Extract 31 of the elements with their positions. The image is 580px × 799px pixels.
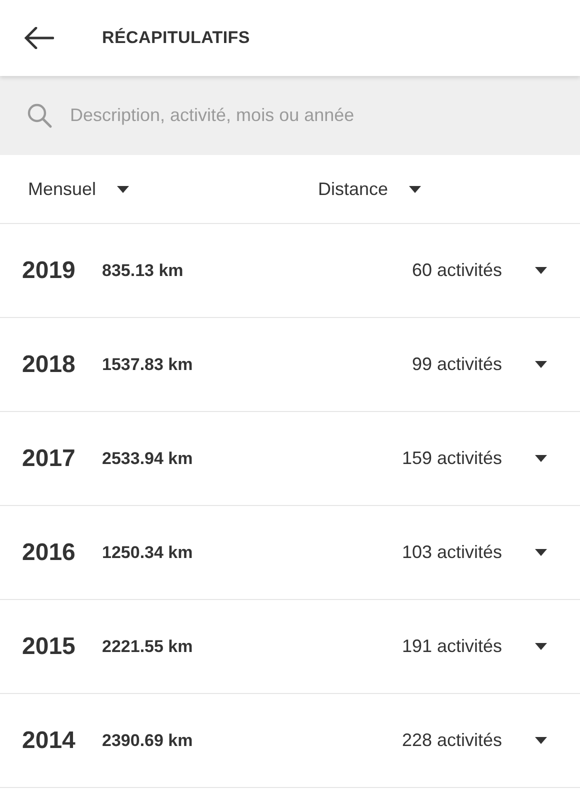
distance-total: 1250.34 km — [102, 542, 194, 562]
expand-button[interactable] — [535, 643, 547, 650]
expand-button[interactable] — [535, 737, 547, 744]
distance-total: 2221.55 km — [102, 636, 194, 656]
year-label: 2015 — [22, 632, 76, 660]
year-label: 2017 — [22, 444, 76, 472]
distance-total: 2390.69 km — [102, 730, 194, 750]
expand-button[interactable] — [535, 549, 547, 556]
expand-button[interactable] — [535, 361, 547, 368]
search-icon — [27, 103, 52, 128]
distance-total: 835.13 km — [102, 260, 184, 280]
distance-total: 1537.83 km — [102, 354, 194, 374]
activity-count: 228 activités — [402, 730, 502, 751]
page-title: RÉCAPITULATIFS — [102, 28, 250, 48]
expand-button[interactable] — [535, 267, 547, 274]
activity-count: 159 activités — [402, 448, 502, 469]
back-button[interactable] — [24, 27, 54, 49]
caret-icon — [117, 186, 130, 192]
year-label: 2016 — [22, 538, 76, 566]
activity-count: 99 activités — [412, 354, 502, 375]
distance-total: 2533.94 km — [102, 448, 194, 468]
expand-button[interactable] — [535, 455, 547, 462]
activity-count: 103 activités — [402, 542, 502, 563]
activity-count: 191 activités — [402, 636, 502, 657]
sort-dropdown[interactable]: Distance — [318, 178, 422, 200]
year-label: 2019 — [22, 256, 76, 284]
period-dropdown[interactable]: Mensuel — [28, 178, 318, 200]
activity-count: 60 activités — [412, 260, 502, 281]
caret-icon — [409, 186, 422, 192]
year-label: 2018 — [22, 350, 76, 378]
year-label: 2014 — [22, 726, 76, 754]
